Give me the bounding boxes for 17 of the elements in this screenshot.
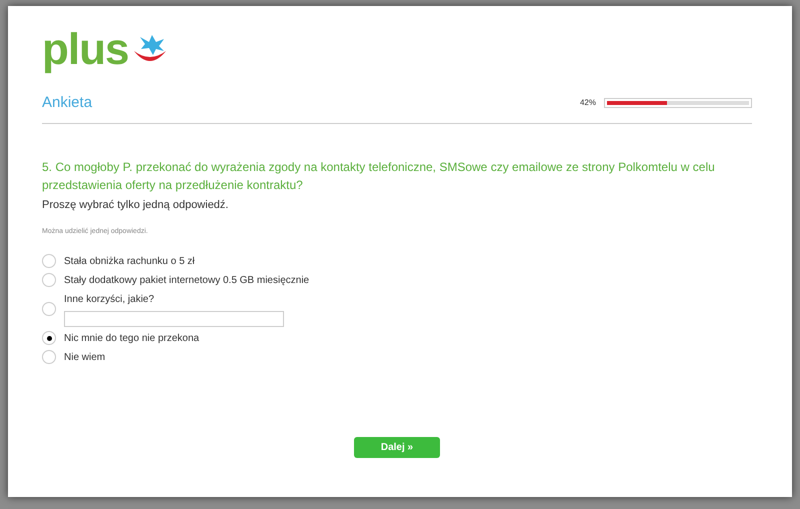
instruction-text: Proszę wybrać tylko jedną odpowiedź. [42, 198, 230, 212]
radio-button[interactable] [42, 254, 56, 268]
option-label: Stały dodatkowy pakiet internetowy 0.5 GB miesięcznie [64, 274, 310, 288]
radio-button[interactable] [42, 331, 56, 345]
option-label: Nic mnie do tego nie przekona [64, 332, 200, 346]
option-label: Inne korzyści, jakie? [64, 292, 156, 306]
option-label: Stała obniżka rachunku o 5 zł [64, 254, 195, 268]
question-text: 5. Co mogłoby P. przekonać do wyrażenia zgody na kontakty telefoniczne, SMSowe czy emailowe ze strony Polkomtelu w celu przedstawienia oferty na przedłużenie kontraktu? [42, 158, 716, 194]
radio-button[interactable] [42, 350, 56, 364]
radio-button[interactable] [42, 273, 56, 287]
radio-button[interactable] [42, 302, 56, 316]
logo-text: plus [42, 28, 128, 72]
progress-reading: 42% [580, 97, 596, 110]
next-button[interactable]: Dalej » [354, 436, 440, 458]
survey-title: Ankieta [42, 93, 92, 113]
option-label: Nie wiem [64, 350, 106, 364]
input-field[interactable] [64, 310, 284, 326]
